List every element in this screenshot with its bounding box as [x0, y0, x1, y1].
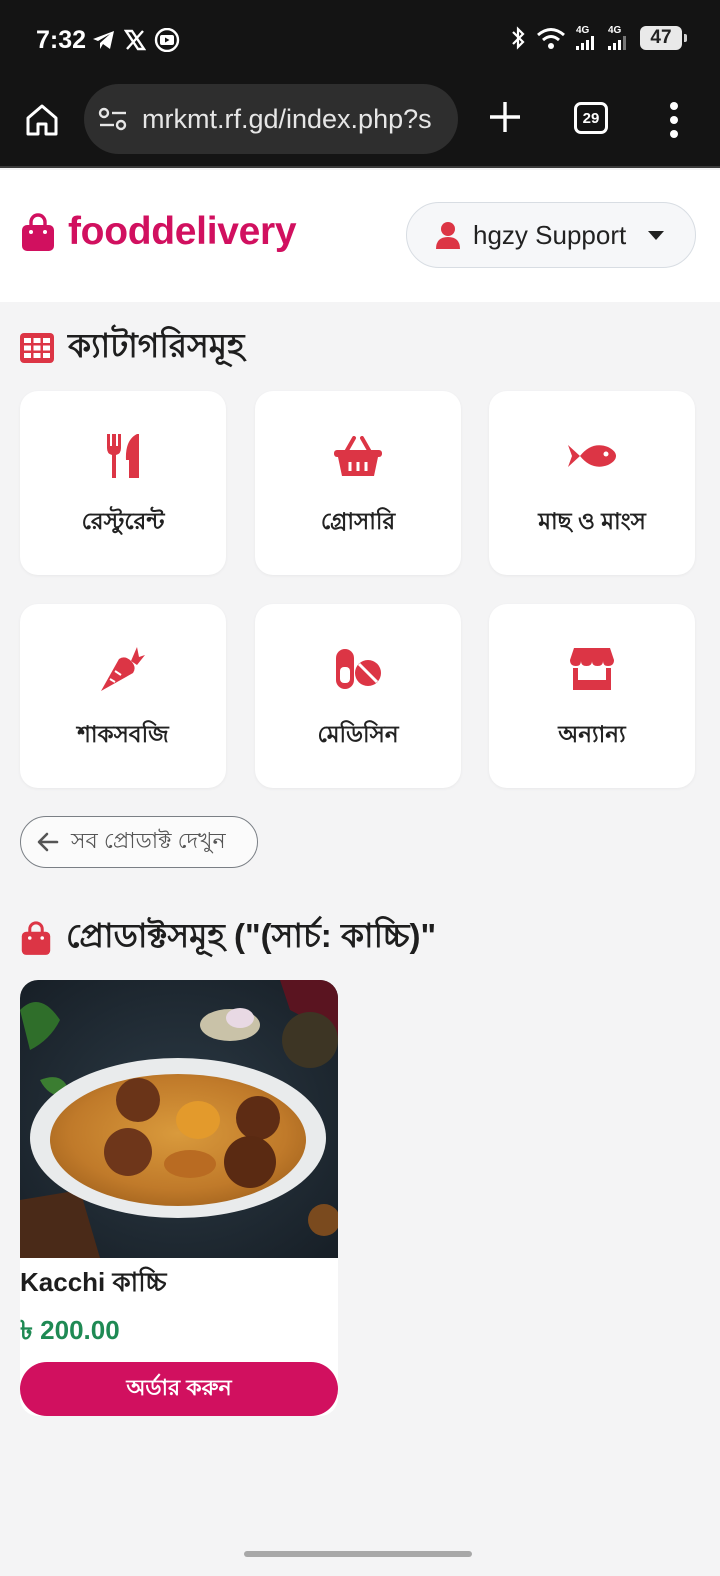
brand-link[interactable]: fooddelivery [20, 210, 297, 254]
youtube-icon [154, 28, 180, 52]
section-title: প্রোডাক্টসমূহ ("(সার্চ: কাচ্চি)" [66, 917, 437, 954]
view-all-products-button[interactable]: সব প্রোডাক্ট দেখুন [20, 816, 258, 868]
bluetooth-icon [512, 26, 525, 50]
app-header: fooddelivery hgzy Support [0, 170, 720, 302]
user-menu-button[interactable]: hgzy Support [406, 202, 696, 268]
section-title: ক্যাটাগরিসমূহ [68, 327, 245, 364]
category-medicine[interactable]: মেডিসিন [255, 604, 461, 788]
store-icon [570, 648, 614, 690]
category-grocery[interactable]: গ্রোসারি [255, 391, 461, 575]
basket-icon [334, 436, 382, 476]
category-vegetables[interactable]: শাকসবজি [20, 604, 226, 788]
tab-switcher-button[interactable]: 29 [574, 102, 608, 134]
category-restaurant[interactable]: রেস্টুরেন্ট [20, 391, 226, 575]
categories-heading: ক্যাটাগরিসমূহ [20, 320, 244, 376]
chevron-down-icon [648, 230, 665, 240]
brand-name: fooddelivery [68, 210, 297, 253]
category-label: গ্রোসারি [320, 508, 396, 534]
x-icon [124, 29, 146, 51]
carrot-icon [101, 647, 145, 691]
telegram-icon [93, 31, 114, 49]
order-button[interactable]: অর্ডার করুন [20, 1362, 338, 1416]
user-icon [436, 222, 460, 249]
shopping-bag-icon [21, 921, 51, 955]
status-bar: 7:32 4G 4G 47 [0, 0, 720, 82]
new-tab-icon[interactable] [486, 98, 524, 136]
site-settings-icon[interactable] [98, 106, 128, 132]
battery-indicator: 47 [640, 26, 687, 50]
product-image[interactable] [20, 980, 338, 1258]
product-card[interactable]: Kacchi কাচ্চি ৳ 200.00 অর্ডার করুন [20, 980, 338, 1416]
url-text[interactable]: mrkmt.rf.gd/index.php?s [142, 104, 452, 135]
view-all-label: সব প্রোডাক্ট দেখুন [71, 827, 226, 853]
shopping-bag-icon [22, 213, 54, 251]
signal-4g-icon: 4G [576, 26, 598, 50]
signal-4g-icon: 4G [608, 26, 630, 50]
url-bar[interactable]: mrkmt.rf.gd/index.php?s [84, 84, 458, 154]
fish-icon [568, 445, 616, 467]
browser-toolbar: mrkmt.rf.gd/index.php?s 29 [0, 82, 720, 168]
product-name: Kacchi কাচ্চি [20, 1267, 167, 1297]
status-time: 7:32 [36, 26, 87, 54]
category-label: মেডিসিন [317, 721, 399, 747]
user-name: hgzy Support [473, 219, 627, 250]
home-icon[interactable] [22, 100, 62, 140]
product-price: ৳ 200.00 [20, 1315, 120, 1345]
arrow-left-icon [37, 832, 59, 852]
wifi-icon [537, 28, 565, 49]
utensils-icon [107, 434, 139, 478]
pills-icon [336, 649, 381, 689]
more-menu-icon[interactable] [666, 100, 682, 140]
category-label: অন্যান্য [558, 721, 626, 747]
category-label: শাকসবজি [77, 721, 169, 747]
gesture-home-bar[interactable] [244, 1551, 472, 1557]
products-heading: প্রোডাক্টসমূহ ("(সার্চ: কাচ্চি)" [20, 910, 436, 966]
category-fish-meat[interactable]: মাছ ও মাংস [489, 391, 695, 575]
category-label: রেস্টুরেন্ট [81, 508, 165, 534]
tab-count: 29 [582, 109, 600, 127]
category-others[interactable]: অন্যান্য [489, 604, 695, 788]
grid-icon [20, 333, 54, 363]
category-label: মাছ ও মাংস [538, 508, 646, 534]
